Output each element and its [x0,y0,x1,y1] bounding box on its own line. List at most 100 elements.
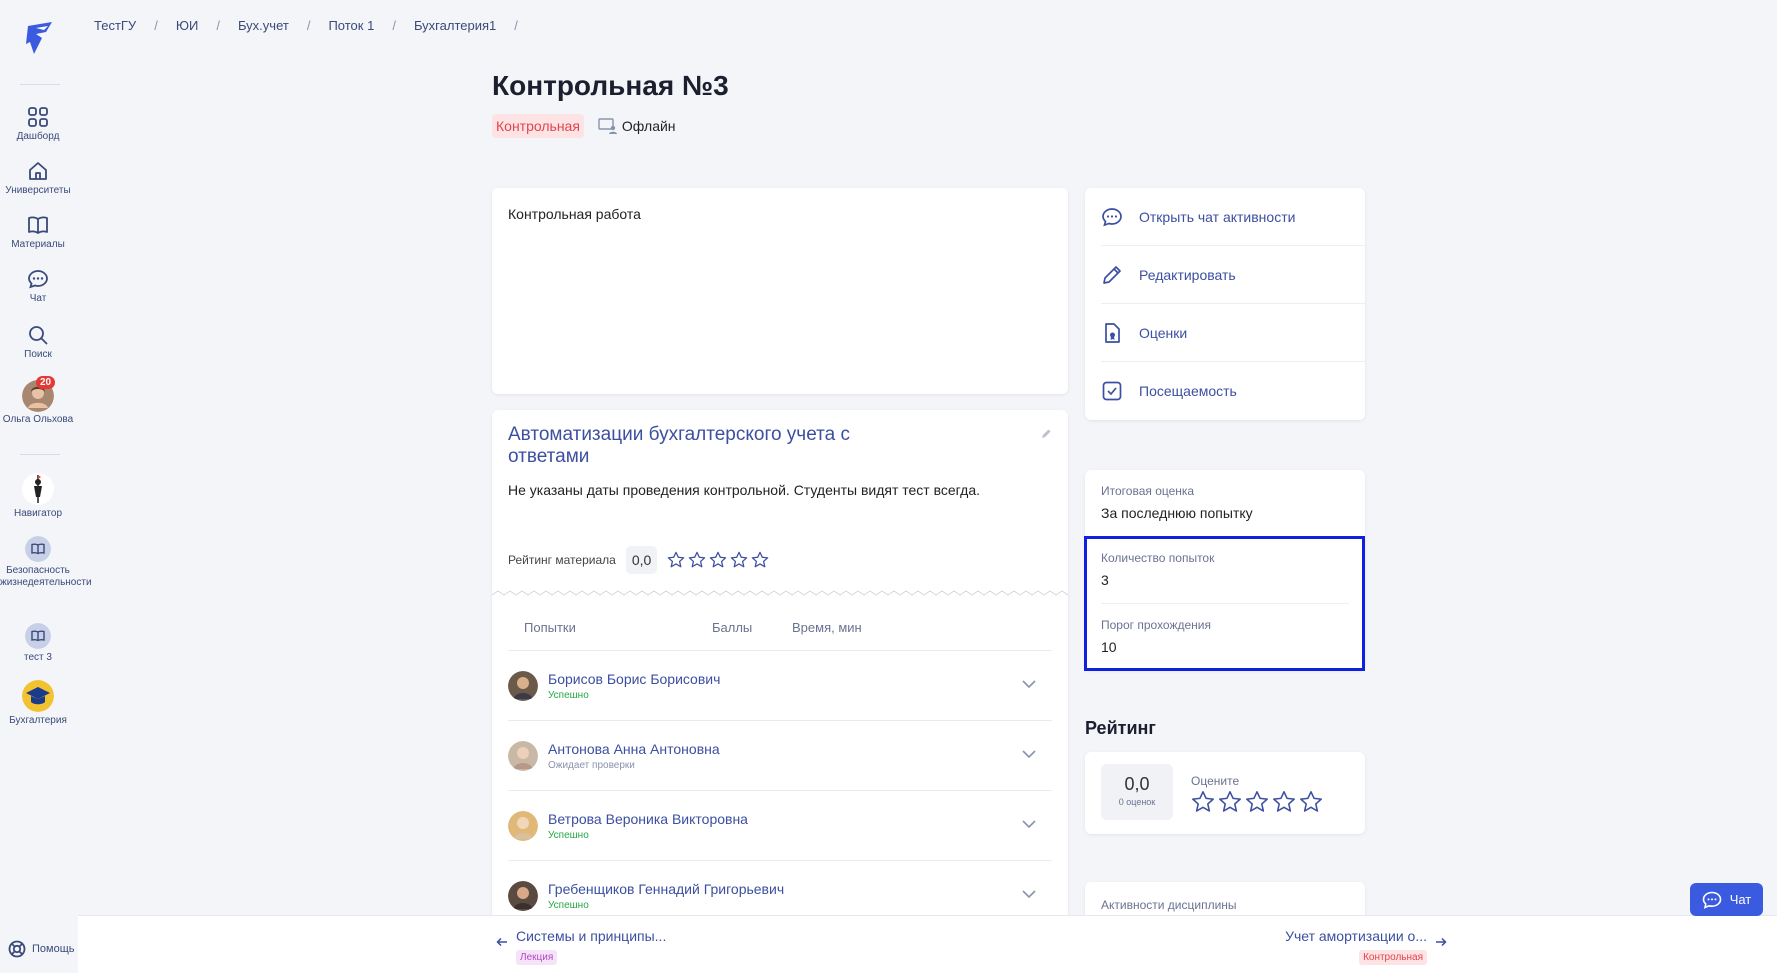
star-icon [731,551,748,568]
sidebar-item-dashboard[interactable]: Дашборд [0,106,76,143]
highlight-box [1084,536,1365,671]
chat-bubble-icon [1702,891,1722,909]
prev-activity-tag: Лекция [516,950,558,965]
search-icon [29,326,48,345]
rating-card: 0,0 0 оценок Оцените [1085,752,1365,834]
next-activity-title: Учет амортизации о... [1285,928,1427,944]
breadcrumb-item[interactable]: Бух.учет [238,18,289,33]
bottom-navigation: Системы и принципы... Лекция Учет аморти… [78,915,1777,973]
sidebar-item-chat[interactable]: Чат [0,268,76,305]
attendance-button[interactable]: Посещаемость [1101,362,1365,420]
test-title[interactable]: Автоматизации бухгалтерского учета с отв… [508,424,928,468]
sidebar-user-profile[interactable]: 20 Ольга Ольхова [0,376,76,426]
grades-button[interactable]: Оценки [1101,304,1365,362]
dashboard-icon [28,107,48,127]
next-activity-tag: Контрольная [1359,950,1427,965]
breadcrumb: ТестГУ / ЮИ / Бух.учет / Поток 1 / Бухгалтер… [94,18,518,33]
rate-label: Оцените [1191,774,1240,788]
avatar [508,671,538,701]
table-row[interactable]: Антонова Анна Антоновна Ожидает проверки [508,720,1052,790]
chat-button[interactable]: Чат [1690,883,1763,916]
lifebuoy-icon [8,940,26,958]
test-card: Автоматизации бухгалтерского учета с отв… [492,410,1068,915]
sidebar-course-accounting[interactable]: Бухгалтерия [0,680,76,727]
grades-doc-icon [1105,322,1120,343]
offline-class-icon [598,118,617,134]
open-activity-chat-button[interactable]: Открыть чат активности [1101,188,1365,246]
sidebar-course-safety[interactable]: Безопасность жизнедеятельности [0,536,92,589]
avatar [508,811,538,841]
star-icon[interactable] [1299,790,1323,814]
book-icon [28,216,48,234]
star-icon[interactable] [1191,790,1215,814]
rate-stars[interactable] [1191,790,1323,814]
action-label: Открыть чат активности [1139,208,1296,225]
avatar [508,881,538,911]
final-grade-value: За последнюю попытку [1101,505,1253,521]
sidebar-course-navigator[interactable]: Навигатор [0,473,76,520]
app-logo-icon[interactable] [22,20,56,56]
column-header-attempts: Попытки [524,620,576,635]
material-rating-value: 0,0 [625,546,658,574]
checkbox-icon [1102,381,1122,401]
chat-icon [28,270,48,289]
arrow-left-icon [496,937,507,947]
sidebar-item-materials[interactable]: Материалы [0,214,76,251]
breadcrumb-item[interactable]: ЮИ [176,18,198,33]
prev-activity-title: Системы и принципы... [516,928,667,944]
action-label: Посещаемость [1139,383,1237,399]
help-label: Помощь [32,943,75,955]
notification-badge: 20 [36,376,56,389]
sidebar-item-label: Навигатор [13,508,63,519]
sidebar-item-label: Безопасность жизнедеятельности [0,565,92,588]
breadcrumb-separator: / [306,18,311,33]
prev-activity-link[interactable]: Системы и принципы... Лекция [496,928,666,965]
star-icon [668,551,685,568]
sidebar-item-label: Дашборд [16,131,60,142]
column-header-score: Баллы [712,620,753,635]
breadcrumb-item[interactable]: Поток 1 [328,18,374,33]
sidebar-item-label: Материалы [11,239,65,250]
breadcrumb-separator: / [514,18,518,33]
student-name: Гребенщиков Геннадий Григорьевич [548,881,785,897]
sidebar-course-test3[interactable]: тест 3 [0,623,76,664]
final-grade-field: Итоговая оценка За последнюю попытку [1101,484,1253,521]
test-note: Не указаны даты проведения контрольной. … [508,482,981,498]
final-grade-label: Итоговая оценка [1101,484,1195,498]
star-icon[interactable] [1245,790,1269,814]
rating-section-title: Рейтинг [1085,718,1156,738]
star-icon [689,551,706,568]
student-name: Ветрова Вероника Викторовна [548,811,748,827]
chevron-down-icon[interactable] [1022,679,1036,689]
mode-label: Офлайн [621,118,676,134]
page-title: Контрольная №3 [492,70,729,101]
chevron-down-icon[interactable] [1022,819,1036,829]
attempt-status: Ожидает проверки [548,760,635,771]
next-activity-link[interactable]: Учет амортизации о... Контрольная [1285,928,1447,965]
table-row[interactable]: Ветрова Вероника Викторовна Успешно [508,790,1052,860]
help-button[interactable]: Помощь [8,940,75,958]
table-row[interactable]: Борисов Борис Борисович Успешно [508,650,1052,720]
avatar [508,741,538,771]
chat-bubble-icon [1102,207,1122,226]
sidebar-item-label: тест 3 [24,652,52,663]
star-icon[interactable] [1272,790,1296,814]
mode-indicator: Офлайн [598,118,676,134]
breadcrumb-item[interactable]: Бухгалтерия1 [414,18,496,33]
sidebar-item-search[interactable]: Поиск [0,324,76,361]
navigator-icon [22,473,54,505]
edit-pencil-icon[interactable] [1040,428,1052,440]
user-name: Ольга Ольхова [2,414,74,425]
action-label: Оценки [1139,324,1188,341]
chevron-down-icon[interactable] [1022,889,1036,899]
sidebar-item-label: Бухгалтерия [9,715,67,726]
star-icon[interactable] [1218,790,1242,814]
star-icon [710,551,727,568]
breadcrumb-item[interactable]: ТестГУ [94,18,136,33]
edit-button[interactable]: Редактировать [1101,246,1365,304]
description-text: Контрольная работа [508,206,641,222]
actions-card: Открыть чат активности Редактировать Оце… [1085,188,1365,420]
rating-count: 0 оценок [1118,797,1156,807]
chevron-down-icon[interactable] [1022,749,1036,759]
sidebar-item-universities[interactable]: Университеты [0,160,76,197]
